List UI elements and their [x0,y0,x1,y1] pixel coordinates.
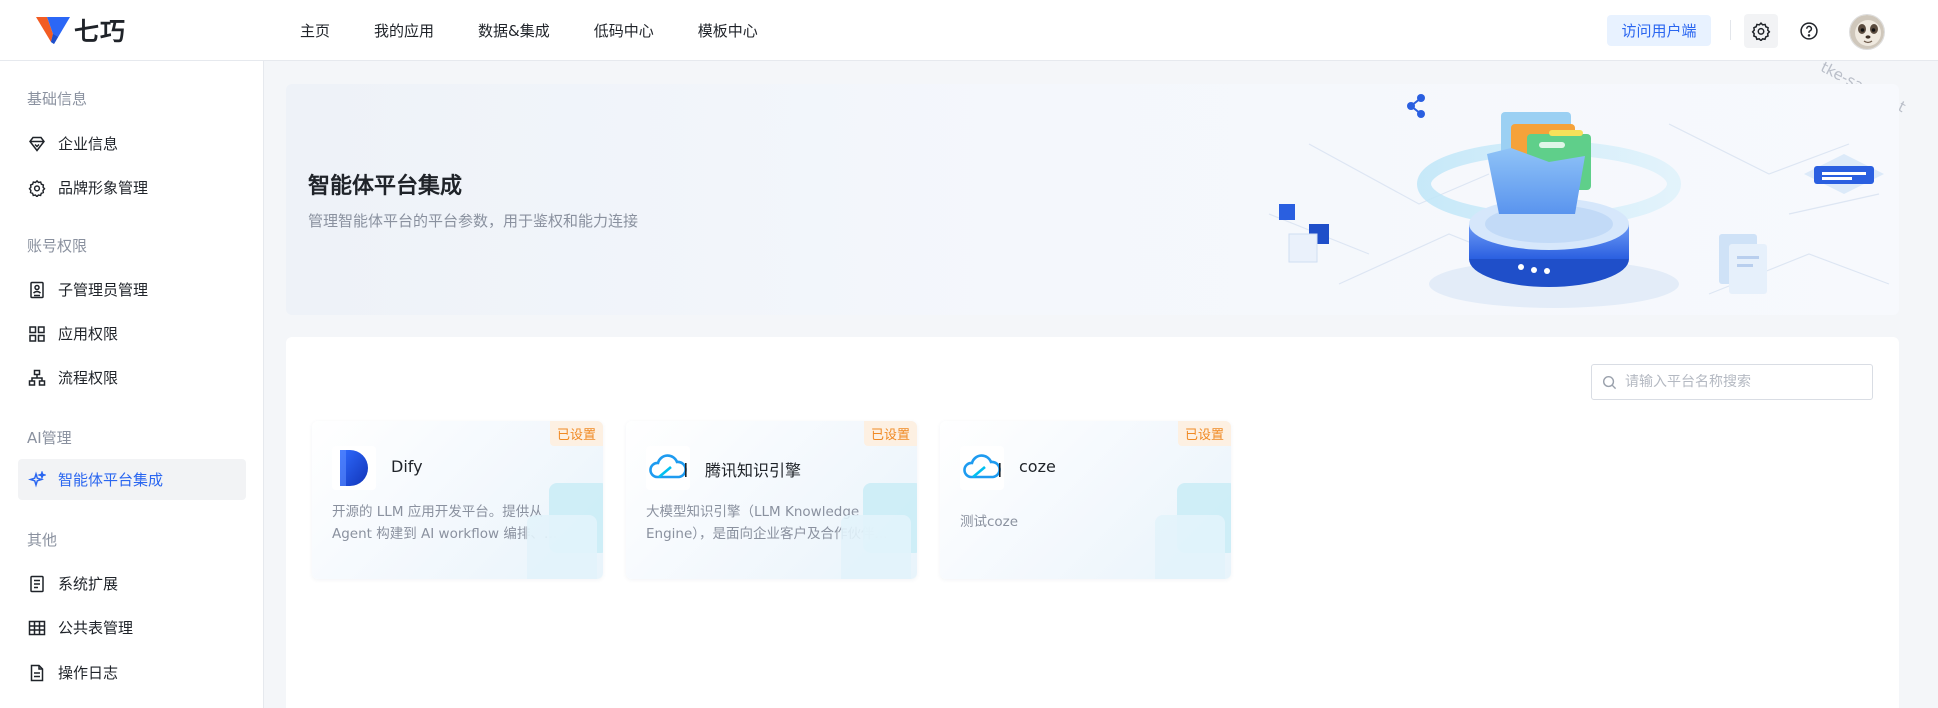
settings-button[interactable] [1744,14,1778,48]
sidebar-group-other: 其他 [27,531,58,549]
log-file-icon [28,664,46,682]
page-subtitle: 管理智能体平台的平台参数，用于鉴权和能力连接 [308,212,639,230]
gear-icon [1751,21,1771,41]
status-badge: 已设置 [549,421,603,446]
help-circle-icon [1800,22,1818,40]
dify-logo-icon [332,446,376,490]
platform-list-panel: 已设置 Dify 开源的 LLM 应用开发平台。提供从 Agent 构建到 AI… [286,337,1899,708]
sidebar-group-basic: 基础信息 [27,90,88,108]
sidebar-item-oplog[interactable]: 操作日志 [18,652,246,693]
nav-lowcode-center[interactable]: 低码中心 [594,20,654,41]
platform-name: 腾讯知识引擎 [705,461,802,480]
help-button[interactable] [1792,14,1826,48]
platform-card-tencent-knowledge[interactable]: 已设置 腾讯知识引擎 大模型知识引擎（LLM Knowledge Engine）… [626,421,917,579]
tencent-cloud-logo-icon [960,446,1004,490]
nav-template-center[interactable]: 模板中心 [698,20,758,41]
id-card-icon [28,281,46,299]
user-avatar[interactable] [1849,14,1885,50]
sidebar-item-label: 智能体平台集成 [58,471,164,489]
nav-home[interactable]: 主页 [300,20,330,41]
card-decoration-icon [841,483,917,579]
sidebar-group-account: 账号权限 [27,237,88,255]
card-decoration-icon [1155,483,1231,579]
gear-icon [28,179,46,197]
table-icon [28,619,46,637]
platform-name: Dify [391,457,423,476]
nav-data-integration[interactable]: 数据&集成 [478,20,550,41]
tencent-cloud-logo-icon [646,446,690,490]
sidebar-item-appperm[interactable]: 应用权限 [18,313,246,354]
card-decoration-icon [527,483,603,579]
integration-illustration-icon [1268,94,1890,308]
nav-my-apps[interactable]: 我的应用 [374,20,434,41]
sidebar-item-flowperm[interactable]: 流程权限 [18,357,246,398]
logo[interactable]: 七巧 [34,14,126,46]
platform-card-coze[interactable]: 已设置 coze 测试coze [940,421,1231,579]
sidebar-item-label: 流程权限 [58,369,119,387]
sidebar-item-label: 子管理员管理 [58,281,149,299]
sidebar-group-ai: AI管理 [27,429,72,447]
sidebar-item-brand[interactable]: 品牌形象管理 [18,167,246,208]
sidebar-item-agent-integration[interactable]: 智能体平台集成 [18,459,246,500]
page-title: 智能体平台集成 [308,174,463,199]
search-box[interactable] [1591,364,1873,400]
sidebar: 基础信息 企业信息 品牌形象管理 账号权限 子管理员管理 应用权限 流程权限 A… [0,61,264,708]
sidebar-item-subadmin[interactable]: 子管理员管理 [18,269,246,310]
grid-apps-icon [28,325,46,343]
top-nav: 主页 我的应用 数据&集成 低码中心 模板中心 [300,0,802,61]
search-input[interactable] [1625,374,1865,390]
platform-card-dify[interactable]: 已设置 Dify 开源的 LLM 应用开发平台。提供从 Agent 构建到 AI… [312,421,603,579]
document-list-icon [28,575,46,593]
platform-name: coze [1019,457,1056,476]
sidebar-item-label: 企业信息 [58,135,119,153]
sidebar-item-pubtable[interactable]: 公共表管理 [18,607,246,648]
logo-mark-icon [36,17,70,44]
sparkle-icon [28,470,46,489]
sidebar-item-label: 系统扩展 [58,575,119,593]
page-banner: 智能体平台集成 管理智能体平台的平台参数，用于鉴权和能力连接 [286,84,1899,315]
search-icon [1602,375,1617,389]
top-header: 七巧 主页 我的应用 数据&集成 低码中心 模板中心 访问用户端 [0,0,1938,116]
sidebar-item-label: 公共表管理 [58,619,134,637]
sidebar-item-sysext[interactable]: 系统扩展 [18,563,246,604]
sidebar-item-label: 操作日志 [58,664,119,682]
status-badge: 已设置 [1177,421,1231,446]
org-chart-icon [28,369,46,387]
status-badge: 已设置 [863,421,917,446]
sidebar-item-label: 品牌形象管理 [58,179,149,197]
diamond-icon [28,135,46,153]
sidebar-item-label: 应用权限 [58,325,119,343]
logo-text: 七巧 [74,17,127,46]
header-divider [1730,20,1731,40]
sidebar-item-company[interactable]: 企业信息 [18,123,246,164]
avatar-image-icon [1850,15,1884,49]
visit-user-portal-button[interactable]: 访问用户端 [1607,15,1711,46]
